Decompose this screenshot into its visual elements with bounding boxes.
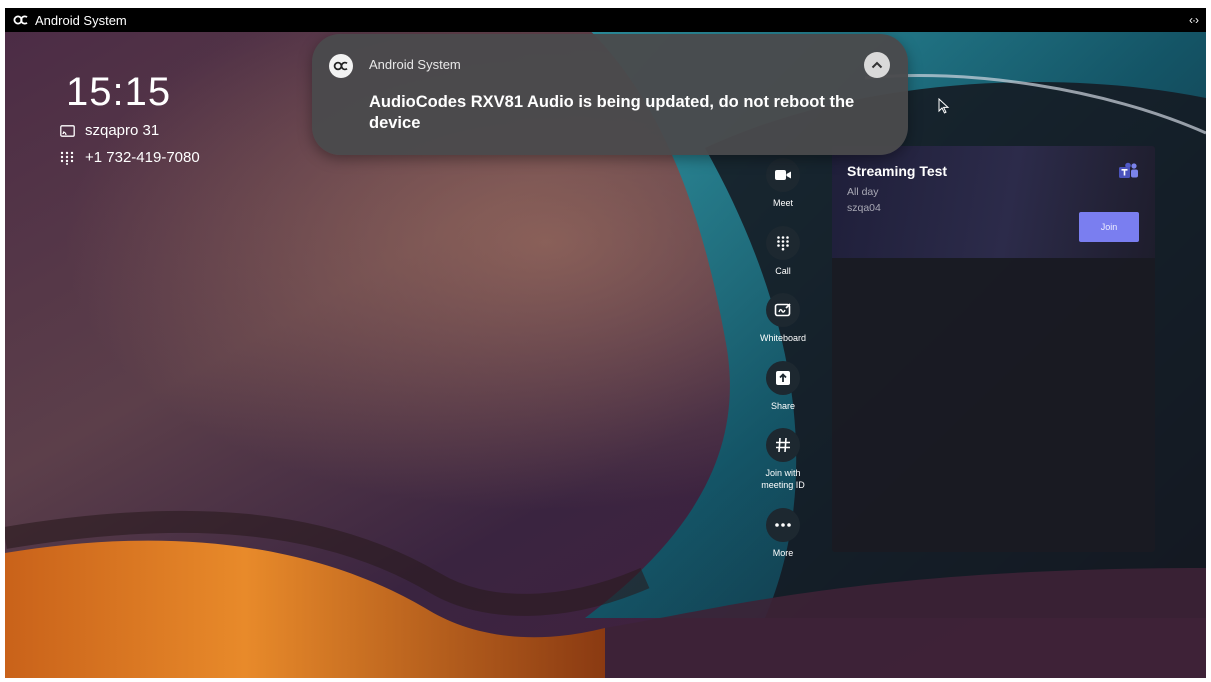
whiteboard-button[interactable]: Whiteboard [755, 293, 811, 344]
meetings-panel: Streaming Test All day szqa04 Join [832, 146, 1155, 552]
share-icon [766, 361, 800, 395]
meet-label: Meet [772, 198, 793, 208]
status-bar: Android System ‹·› [5, 8, 1206, 32]
call-label: Call [775, 266, 791, 276]
notification-message: AudioCodes RXV81 Audio is being updated,… [369, 93, 855, 132]
whiteboard-icon [766, 293, 800, 327]
share-label: Share [770, 401, 796, 411]
call-button[interactable]: Call [759, 226, 807, 277]
cast-icon [59, 124, 75, 138]
more-icon [766, 508, 800, 542]
clock: 15:15 [66, 70, 172, 114]
audiocodes-logo-icon [329, 54, 353, 78]
join-with-id-button[interactable]: Join with meeting ID [753, 428, 813, 491]
join-with-id-label: Join with meeting ID [761, 468, 805, 490]
dialpad-icon [59, 151, 75, 165]
meeting-organizer: szqa04 [847, 202, 881, 214]
meeting-title: Streaming Test [847, 163, 948, 179]
expand-arrows-icon[interactable]: ‹·› [1189, 13, 1199, 27]
share-button[interactable]: Share [759, 361, 807, 412]
teams-icon [1119, 162, 1138, 178]
more-label: More [772, 548, 794, 558]
join-button[interactable]: Join [1079, 212, 1139, 242]
device-screen: Android System ‹·› 15:15 szqapro 31 +1 7… [5, 8, 1206, 678]
update-notification[interactable]: Android System AudioCodes RXV81 Audio is… [312, 34, 908, 155]
room-info: szqapro 31 [59, 122, 159, 139]
hash-icon [766, 428, 800, 462]
phone-number: +1 732-419-7080 [85, 149, 200, 166]
phone-info: +1 732-419-7080 [59, 149, 200, 166]
meet-button[interactable]: Meet [759, 158, 807, 209]
meeting-time: All day [847, 186, 879, 198]
whiteboard-label: Whiteboard [759, 333, 807, 343]
status-app-name: Android System [35, 12, 127, 28]
room-name: szqapro 31 [85, 122, 160, 139]
audiocodes-logo-icon [13, 15, 28, 25]
mouse-cursor-icon [938, 98, 950, 114]
more-button[interactable]: More [759, 508, 807, 559]
chevron-up-icon[interactable] [864, 52, 890, 78]
meeting-card[interactable]: Streaming Test All day szqa04 Join [832, 146, 1155, 258]
dialpad-icon [766, 226, 800, 260]
video-camera-icon [766, 158, 800, 192]
notification-app-name: Android System [369, 57, 461, 72]
